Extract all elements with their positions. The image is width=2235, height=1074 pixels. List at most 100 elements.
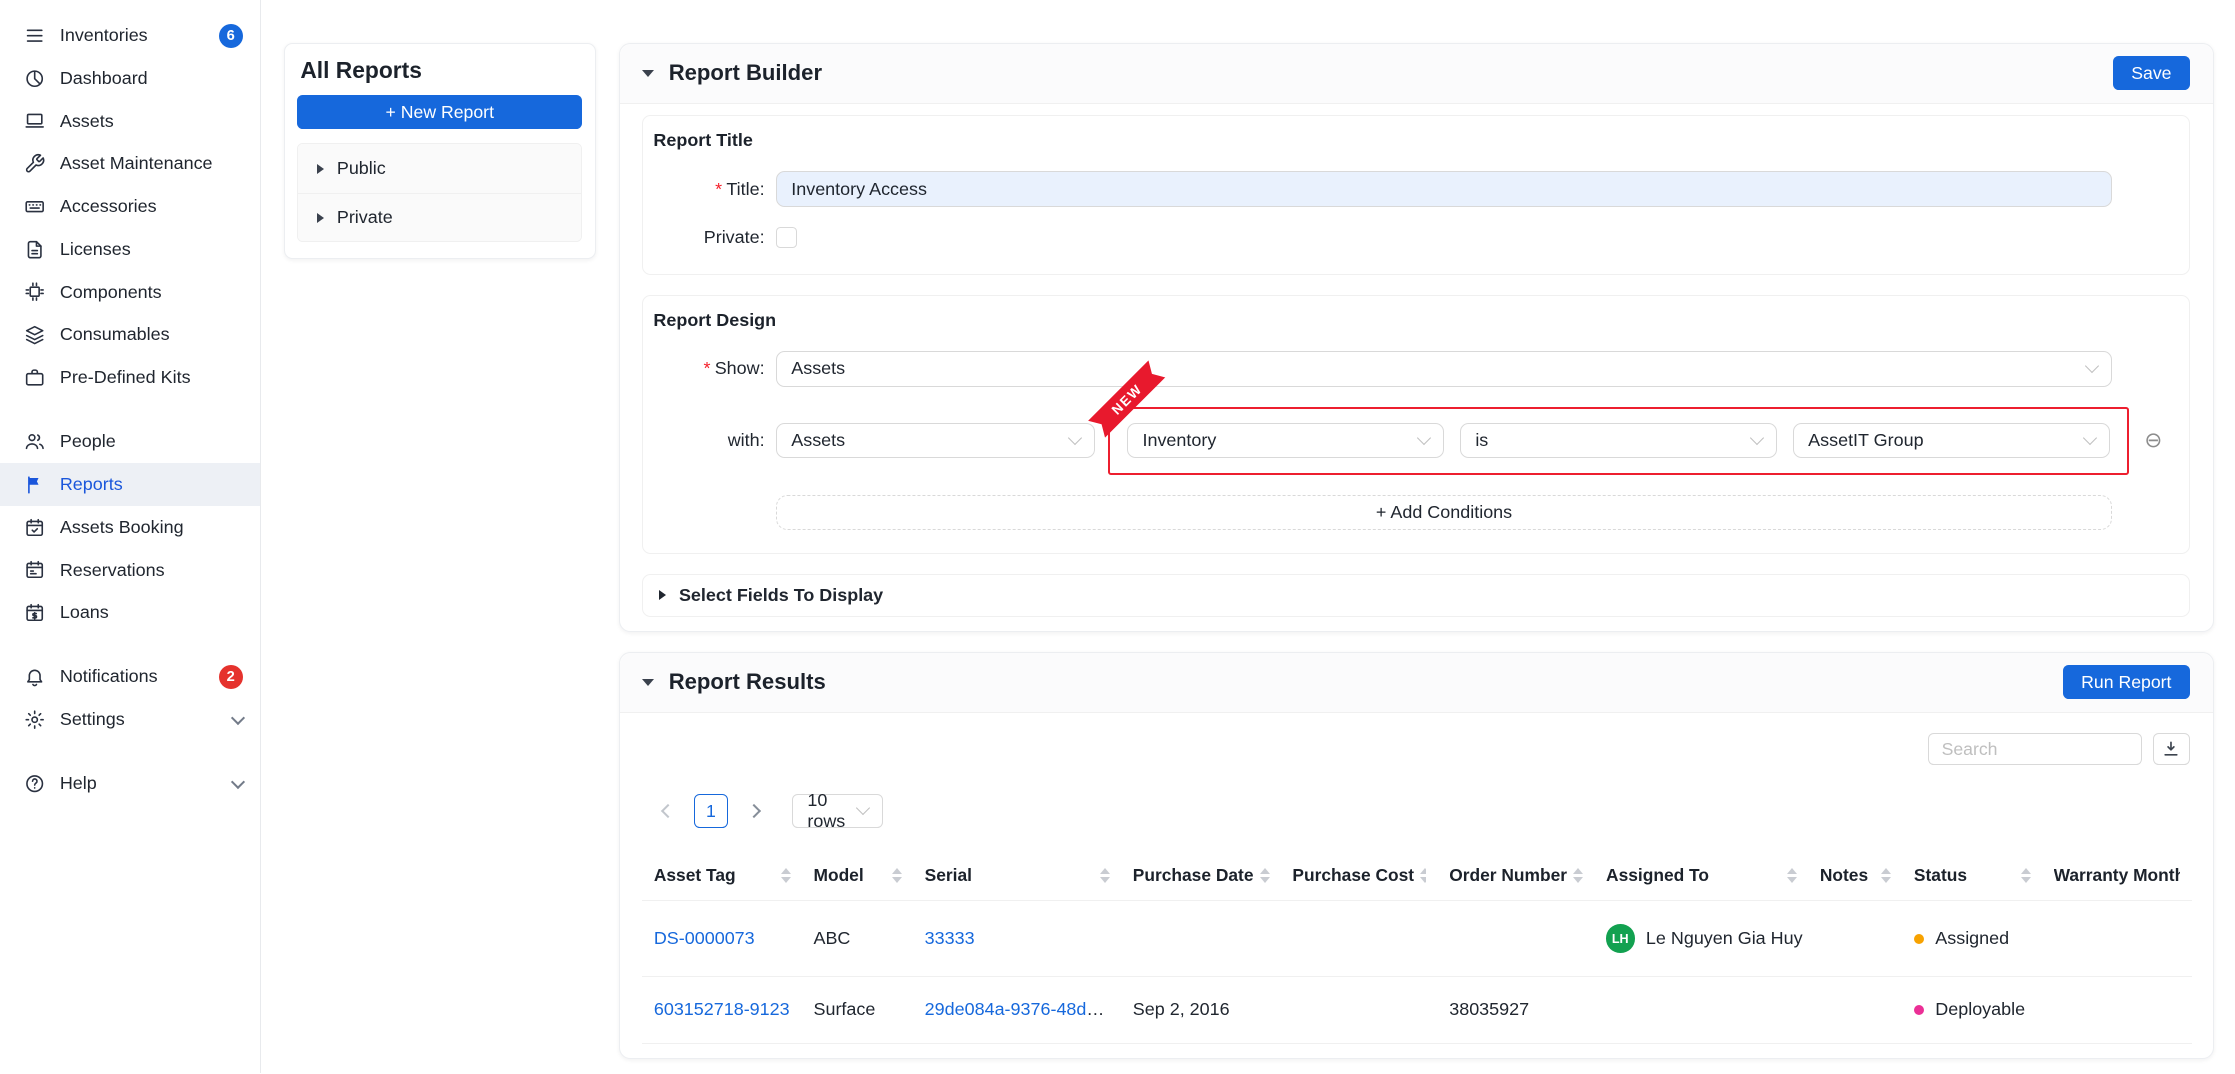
gear-icon [24, 709, 45, 730]
show-select[interactable]: Assets [776, 351, 2112, 387]
required-mark: * [715, 179, 722, 199]
report-builder-body: Report Title *Title: Private: Report Des… [620, 104, 2213, 631]
briefcase-icon [24, 367, 45, 388]
sidebar-item-label: Assets [60, 111, 243, 132]
column-header-asset-tag[interactable]: Asset Tag [642, 851, 802, 901]
notifications-count-badge: 2 [219, 665, 243, 689]
results-table: Asset Tag Model Serial Purchase Date Pur… [642, 851, 2191, 1044]
remove-condition-icon[interactable]: ⊖ [2141, 428, 2167, 453]
report-title-input[interactable] [776, 171, 2112, 207]
sidebar-group-spacer [0, 399, 260, 420]
column-header-notes[interactable]: Notes [1808, 851, 1902, 901]
select-fields-label: Select Fields To Display [679, 585, 883, 606]
report-groups-list: Public Private [297, 143, 582, 242]
sidebar-item-accessories[interactable]: Accessories [0, 185, 260, 228]
assignee-name: Le Nguyen Gia Huy [1646, 928, 1803, 949]
sidebar-item-settings[interactable]: Settings [0, 698, 260, 741]
sidebar-item-pre-defined-kits[interactable]: Pre-Defined Kits [0, 356, 260, 399]
prev-page-button[interactable] [655, 794, 681, 828]
rows-per-page-select[interactable]: 10 rows [792, 794, 883, 828]
column-header-purchase-cost[interactable]: Purchase Cost [1281, 851, 1438, 901]
select-fields-collapse[interactable]: Select Fields To Display [642, 574, 2190, 617]
sidebar-item-assets-booking[interactable]: Assets Booking [0, 506, 260, 549]
column-header-order-number[interactable]: Order Number [1438, 851, 1595, 901]
chevron-down-icon [1068, 431, 1082, 445]
sidebar-item-components[interactable]: Components [0, 271, 260, 314]
next-page-button[interactable] [741, 794, 767, 828]
with-select[interactable]: Assets [776, 423, 1095, 459]
run-report-button[interactable]: Run Report [2063, 665, 2190, 699]
report-results-card: Report Results Run Report 1 10 rows [619, 652, 2214, 1060]
condition-operator-select[interactable]: is [1460, 423, 1777, 459]
collapse-caret-icon[interactable] [642, 70, 654, 77]
column-header-assigned-to[interactable]: Assigned To [1595, 851, 1809, 901]
save-button[interactable]: Save [2113, 56, 2190, 90]
sidebar-item-dashboard[interactable]: Dashboard [0, 57, 260, 100]
report-group-private[interactable]: Private [298, 193, 581, 241]
private-form-row: Private: [666, 227, 2166, 248]
keyboard-icon [24, 196, 45, 217]
column-header-status[interactable]: Status [1903, 851, 2043, 901]
sidebar-item-asset-maintenance[interactable]: Asset Maintenance [0, 143, 260, 186]
sidebar-item-label: Dashboard [60, 68, 243, 89]
collapse-caret-icon[interactable] [642, 679, 654, 686]
sidebar-item-label: Components [60, 282, 243, 303]
caret-right-icon [317, 213, 324, 223]
sidebar-item-label: Settings [60, 709, 219, 730]
serial-link[interactable]: 29de084a-9376-48dc-... [925, 999, 1117, 1019]
sort-icon [2021, 868, 2031, 883]
license-file-icon [24, 239, 45, 260]
condition-field-select[interactable]: Inventory [1127, 423, 1444, 459]
help-icon [24, 773, 45, 794]
report-results-header: Report Results Run Report [620, 653, 2213, 713]
sidebar-item-reports[interactable]: Reports [0, 463, 260, 506]
report-group-public[interactable]: Public [298, 144, 581, 192]
asset-tag-link[interactable]: 603152718-9123 [654, 999, 790, 1019]
column-header-warranty-months[interactable]: Warranty Months [2042, 851, 2192, 901]
serial-link[interactable]: 33333 [925, 928, 975, 948]
column-header-purchase-date[interactable]: Purchase Date [1121, 851, 1281, 901]
order-number-cell [1438, 901, 1595, 976]
chevron-left-icon [661, 804, 675, 818]
new-report-button[interactable]: + New Report [297, 95, 582, 129]
search-input[interactable] [1928, 733, 2142, 766]
status-cell: Deployable [1914, 999, 2031, 1020]
asset-tag-link[interactable]: DS-0000073 [654, 928, 755, 948]
title-label: *Title: [666, 179, 764, 200]
sort-icon [781, 868, 791, 883]
column-header-serial[interactable]: Serial [913, 851, 1121, 901]
report-builder-header: Report Builder Save [620, 44, 2213, 104]
download-icon [2161, 739, 2181, 759]
sidebar-item-assets[interactable]: Assets [0, 100, 260, 143]
sidebar-item-label: Assets Booking [60, 517, 243, 538]
condition-value-value: AssetIT Group [1808, 430, 1923, 451]
assignee-cell [1595, 976, 1809, 1044]
page-number-button[interactable]: 1 [694, 794, 728, 828]
sidebar-item-loans[interactable]: Loans [0, 591, 260, 634]
download-button[interactable] [2153, 733, 2190, 766]
assignee-cell: LH Le Nguyen Gia Huy [1606, 924, 1797, 953]
sidebar-item-help[interactable]: Help [0, 762, 260, 805]
sidebar-item-label: Consumables [60, 324, 243, 345]
with-select-value: Assets [791, 430, 845, 451]
sidebar-item-label: People [60, 431, 243, 452]
sidebar-item-consumables[interactable]: Consumables [0, 314, 260, 357]
sidebar-item-label: Loans [60, 602, 243, 623]
status-dot [1914, 1005, 1924, 1015]
sidebar-item-notifications[interactable]: Notifications 2 [0, 656, 260, 699]
report-builder-title: Report Builder [669, 60, 822, 86]
private-checkbox[interactable] [776, 227, 797, 248]
sidebar-item-inventories[interactable]: Inventories 6 [0, 14, 260, 57]
caret-right-icon [317, 164, 324, 174]
status-label: Deployable [1935, 999, 2025, 1020]
inventories-icon [24, 25, 45, 46]
chevron-down-icon [2083, 431, 2097, 445]
add-conditions-button[interactable]: + Add Conditions [776, 495, 2112, 531]
condition-value-select[interactable]: AssetIT Group [1793, 423, 2110, 459]
sidebar-item-people[interactable]: People [0, 420, 260, 463]
sidebar-item-licenses[interactable]: Licenses [0, 228, 260, 271]
chevron-down-icon [231, 775, 245, 789]
chevron-down-icon [1417, 431, 1431, 445]
column-header-model[interactable]: Model [802, 851, 913, 901]
sidebar-item-reservations[interactable]: Reservations [0, 549, 260, 592]
